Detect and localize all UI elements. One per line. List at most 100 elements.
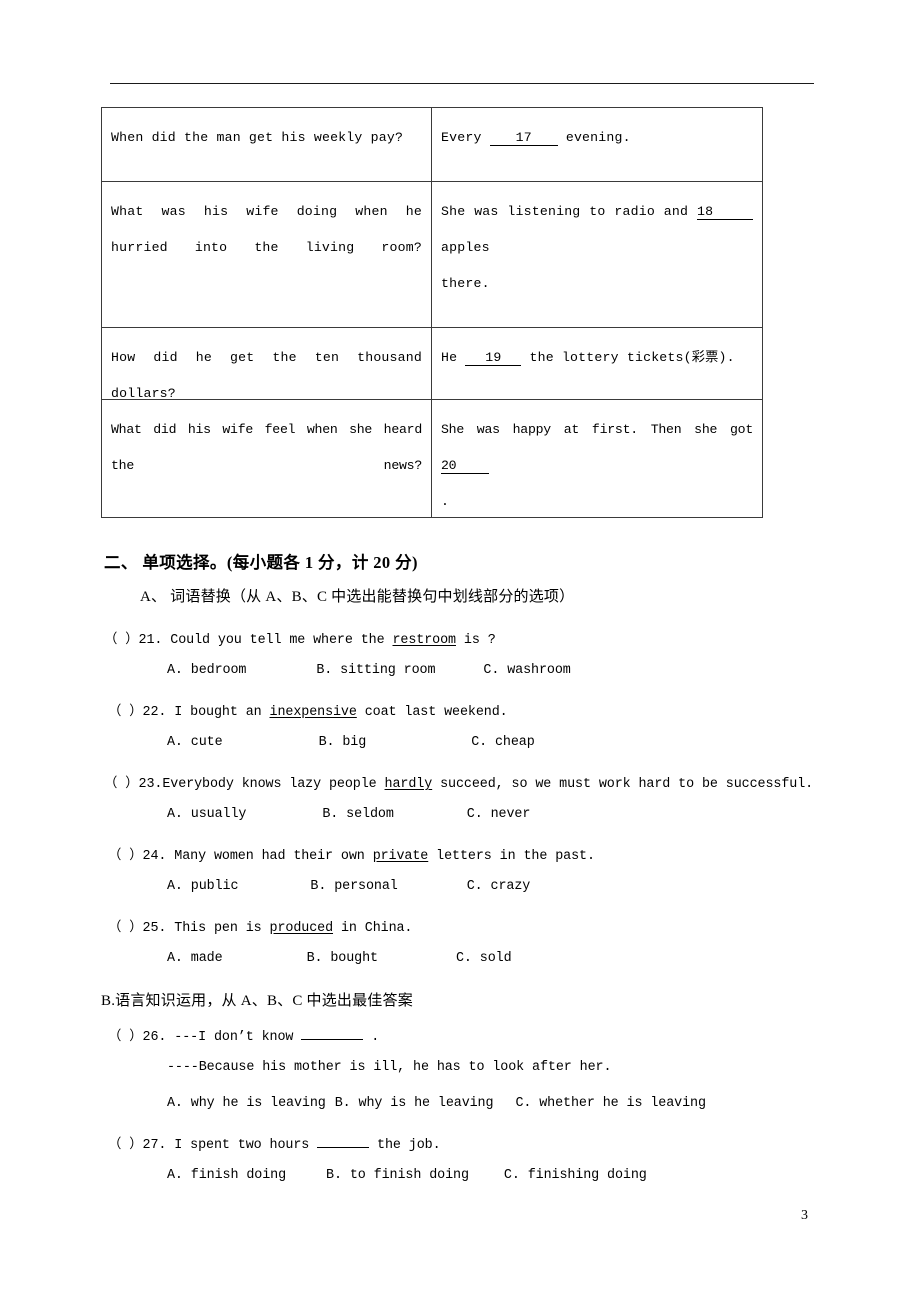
answer-bracket-26[interactable]: （ ） — [108, 1030, 143, 1045]
answer-blank-19[interactable]: 19 — [465, 351, 522, 366]
answer-blank-27[interactable] — [317, 1147, 370, 1148]
part-a-heading: A、 词语替换（从 A、B、C 中选出能替换句中划线部分的选项） — [140, 589, 575, 605]
question-text: What was his wife doing when he hurried … — [111, 204, 422, 255]
question-keyword-22: inexpensive — [269, 705, 357, 720]
question-keyword-21: restroom — [392, 633, 456, 648]
option-22-a[interactable]: A. cute — [167, 735, 223, 750]
section-two-heading: 二、 单项选择。(每小题各 1 分，计 20 分) — [104, 553, 418, 572]
option-23-c[interactable]: C. never — [467, 807, 531, 822]
question-keyword-23: hardly — [384, 777, 433, 792]
answer-text: She was listening to radio and 18 apples… — [432, 182, 762, 327]
question-number-24: 24. — [142, 849, 167, 864]
question-23: （ ）23.Everybody knows lazy people hardly… — [104, 771, 813, 792]
question-22: （ ）22. I bought an inexpensive coat last… — [108, 699, 508, 720]
table-row: What was his wife doing when he hurried … — [101, 181, 763, 328]
table-cell-answer: She was listening to radio and 18 apples… — [431, 181, 763, 328]
option-25-c[interactable]: C. sold — [456, 951, 512, 966]
option-23-a[interactable]: A. usually — [167, 807, 246, 822]
options-23: A. usually B. seldom C. never — [167, 807, 530, 822]
page-number: 3 — [801, 1208, 808, 1223]
answer-text: Every 17 evening. — [432, 108, 762, 181]
answer-extra-line: . — [441, 494, 449, 509]
answer-bracket-21[interactable]: （ ） — [104, 633, 139, 648]
question-text: What did his wife feel when she heard th… — [111, 422, 422, 473]
table-cell-answer: She was happy at first. Then she got 20 … — [431, 399, 763, 518]
answer-blank-18[interactable]: 18 — [696, 205, 753, 220]
question-stem-27-after: the job. — [369, 1138, 441, 1153]
question-stem-27-before: I spent two hours — [166, 1138, 318, 1153]
option-27-c[interactable]: C. finishing doing — [504, 1168, 647, 1183]
question-stem-22-before: I bought an — [166, 705, 270, 720]
question-24: （ ）24. Many women had their own private … — [108, 843, 595, 864]
answer-text: She was happy at first. Then she got 20 … — [432, 400, 762, 517]
question-number-26: 26. — [142, 1030, 167, 1045]
options-21: A. bedroom B. sitting room C. washroom — [167, 663, 571, 678]
answer-bracket-25[interactable]: （ ） — [108, 921, 143, 936]
option-27-b[interactable]: B. to finish doing — [326, 1168, 469, 1183]
question-26-continuation: ----Because his mother is ill, he has to… — [167, 1060, 612, 1075]
answer-blank-17[interactable]: 17 — [489, 131, 558, 146]
option-24-b[interactable]: B. personal — [310, 879, 397, 894]
options-25: A. made B. bought C. sold — [167, 951, 512, 966]
question-stem-24-after: letters in the past. — [428, 849, 595, 864]
option-26-c[interactable]: C. whether he is leaving — [515, 1096, 706, 1111]
table-cell-question: When did the man get his weekly pay? — [101, 107, 432, 182]
option-24-a[interactable]: A. public — [167, 879, 239, 894]
question-27: （ ）27. I spent two hours the job. — [108, 1132, 441, 1153]
answer-blank-20[interactable]: 20 — [441, 459, 489, 474]
options-26: A. why he is leaving B. why is he leaving… — [167, 1096, 706, 1111]
table-cell-question: What did his wife feel when she heard th… — [101, 399, 432, 518]
question-text: When did the man get his weekly pay? — [111, 130, 404, 145]
option-25-b[interactable]: B. bought — [307, 951, 379, 966]
answer-blank-26[interactable] — [301, 1039, 364, 1040]
answer-prefix: She was happy at first. Then she got — [441, 422, 753, 437]
question-number-25: 25. — [142, 921, 167, 936]
question-stem-22-after: coat last weekend. — [356, 705, 508, 720]
answer-bracket-23[interactable]: （ ） — [104, 777, 139, 792]
question-stem-26-after: . — [363, 1030, 380, 1045]
options-27: A. finish doing B. to finish doing C. fini… — [167, 1168, 647, 1183]
answer-prefix: She was listening to radio and — [441, 204, 689, 219]
question-number-27: 27. — [142, 1138, 167, 1153]
option-26-b[interactable]: B. why is he leaving — [335, 1096, 494, 1111]
option-21-b[interactable]: B. sitting room — [316, 663, 435, 678]
option-27-a[interactable]: A. finish doing — [167, 1168, 286, 1183]
question-stem-21-before: Could you tell me where the — [162, 633, 393, 648]
option-21-c[interactable]: C. washroom — [483, 663, 570, 678]
question-number-23: 23. — [138, 777, 163, 792]
table-cell-question: How did he get the ten thousand dollars? — [101, 327, 432, 401]
exam-page: When did the man get his weekly pay? Eve… — [0, 0, 920, 1302]
header-divider-rule — [110, 83, 814, 84]
option-21-a[interactable]: A. bedroom — [167, 663, 246, 678]
question-stem-25-after: in China. — [333, 921, 413, 936]
table-row: How did he get the ten thousand dollars?… — [101, 327, 763, 401]
option-22-b[interactable]: B. big — [319, 735, 367, 750]
question-number-21: 21. — [138, 633, 163, 648]
answer-suffix: the lottery tickets(彩票). — [529, 350, 735, 365]
options-22: A. cute B. big C. cheap — [167, 735, 535, 750]
answer-bracket-27[interactable]: （ ） — [108, 1138, 143, 1153]
listening-qa-table: When did the man get his weekly pay? Eve… — [101, 107, 763, 518]
answer-suffix: evening. — [565, 130, 631, 145]
question-21: （ ）21. Could you tell me where the restr… — [104, 627, 496, 648]
question-text: How did he get the ten thousand dollars? — [111, 350, 422, 401]
option-25-a[interactable]: A. made — [167, 951, 223, 966]
question-keyword-24: private — [372, 849, 429, 864]
answer-text: He 19 the lottery tickets(彩票). — [432, 328, 762, 399]
answer-extra-line: there. — [441, 276, 490, 291]
table-row: What did his wife feel when she heard th… — [101, 399, 763, 518]
question-stem-23-after: succeed, so we must work hard to be succ… — [432, 777, 814, 792]
question-number-22: 22. — [142, 705, 167, 720]
answer-prefix: Every — [441, 130, 482, 145]
answer-bracket-24[interactable]: （ ） — [108, 849, 143, 864]
options-24: A. public B. personal C. crazy — [167, 879, 530, 894]
answer-bracket-22[interactable]: （ ） — [108, 705, 143, 720]
table-row: When did the man get his weekly pay? Eve… — [101, 107, 763, 182]
option-24-c[interactable]: C. crazy — [467, 879, 531, 894]
option-26-a[interactable]: A. why he is leaving — [167, 1096, 326, 1111]
answer-prefix: He — [441, 350, 458, 365]
table-cell-answer: He 19 the lottery tickets(彩票). — [431, 327, 763, 400]
option-23-b[interactable]: B. seldom — [322, 807, 394, 822]
option-22-c[interactable]: C. cheap — [471, 735, 535, 750]
question-stem-24-before: Many women had their own — [166, 849, 373, 864]
